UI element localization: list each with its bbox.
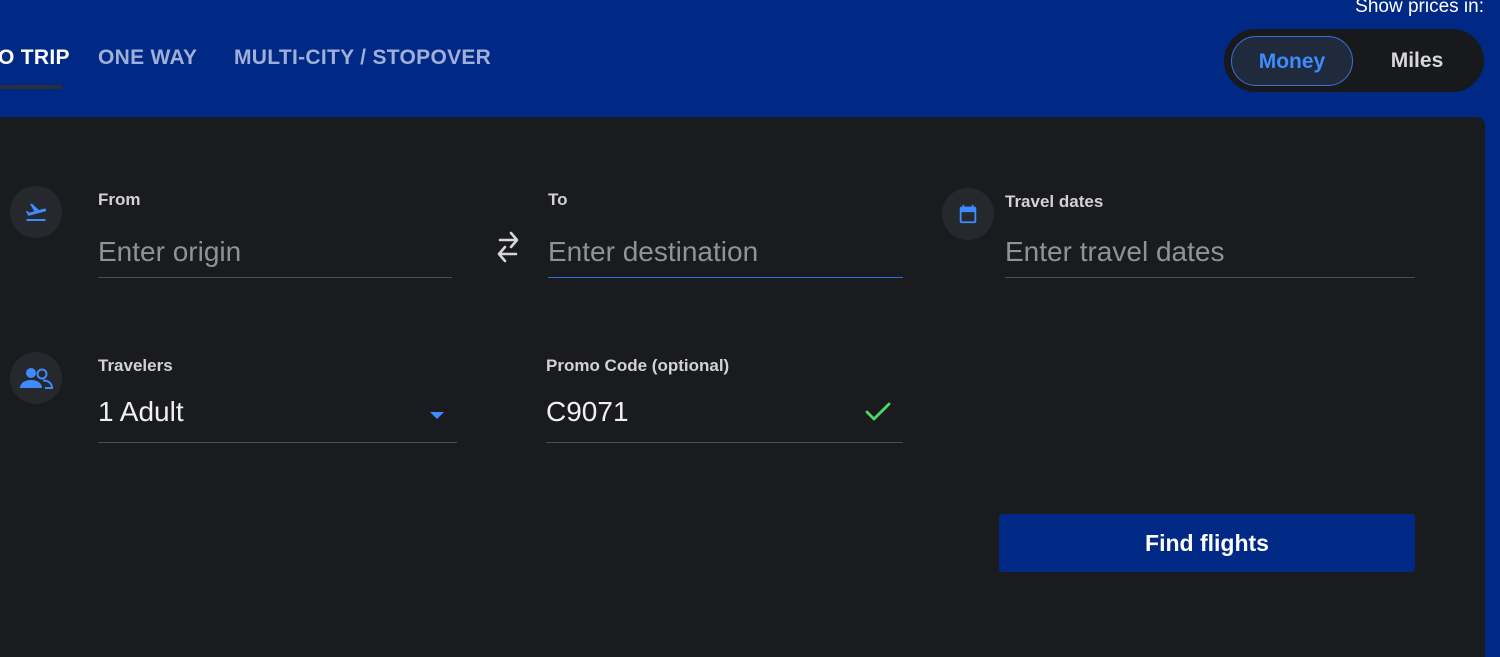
checkmark-icon [865, 402, 891, 422]
origin-input[interactable] [98, 226, 452, 278]
price-toggle: Money Miles [1224, 29, 1484, 92]
search-panel [0, 117, 1485, 657]
calendar-icon [942, 188, 994, 240]
toggle-money-option[interactable]: Money [1231, 36, 1353, 86]
tab-multi-city[interactable]: MULTI-CITY / STOPOVER [234, 46, 491, 70]
show-prices-label: Show prices in: [1355, 0, 1484, 17]
travelers-underline [98, 442, 457, 443]
tab-one-way[interactable]: ONE WAY [98, 46, 197, 70]
toggle-miles-option[interactable]: Miles [1357, 36, 1477, 86]
people-icon [10, 352, 62, 404]
promo-code-underline [546, 442, 903, 443]
plane-departure-icon [10, 186, 62, 238]
tab-round-trip[interactable]: O TRIP [0, 46, 70, 70]
promo-code-label: Promo Code (optional) [546, 356, 730, 375]
from-label: From [98, 190, 141, 209]
travelers-label: Travelers [98, 356, 173, 375]
chevron-down-icon[interactable] [429, 408, 445, 419]
travel-dates-label: Travel dates [1005, 192, 1104, 211]
header-bar: Show prices in: O TRIP ONE WAY MULTI-CIT… [0, 0, 1500, 118]
swap-arrows-icon[interactable] [492, 228, 524, 266]
to-label: To [548, 190, 568, 209]
travelers-value[interactable]: 1 Adult [98, 396, 184, 428]
travel-dates-input[interactable] [1005, 226, 1415, 278]
active-tab-indicator [0, 85, 63, 89]
destination-input[interactable] [548, 226, 903, 278]
promo-code-input[interactable]: C9071 [546, 396, 629, 428]
find-flights-button[interactable]: Find flights [999, 514, 1415, 572]
